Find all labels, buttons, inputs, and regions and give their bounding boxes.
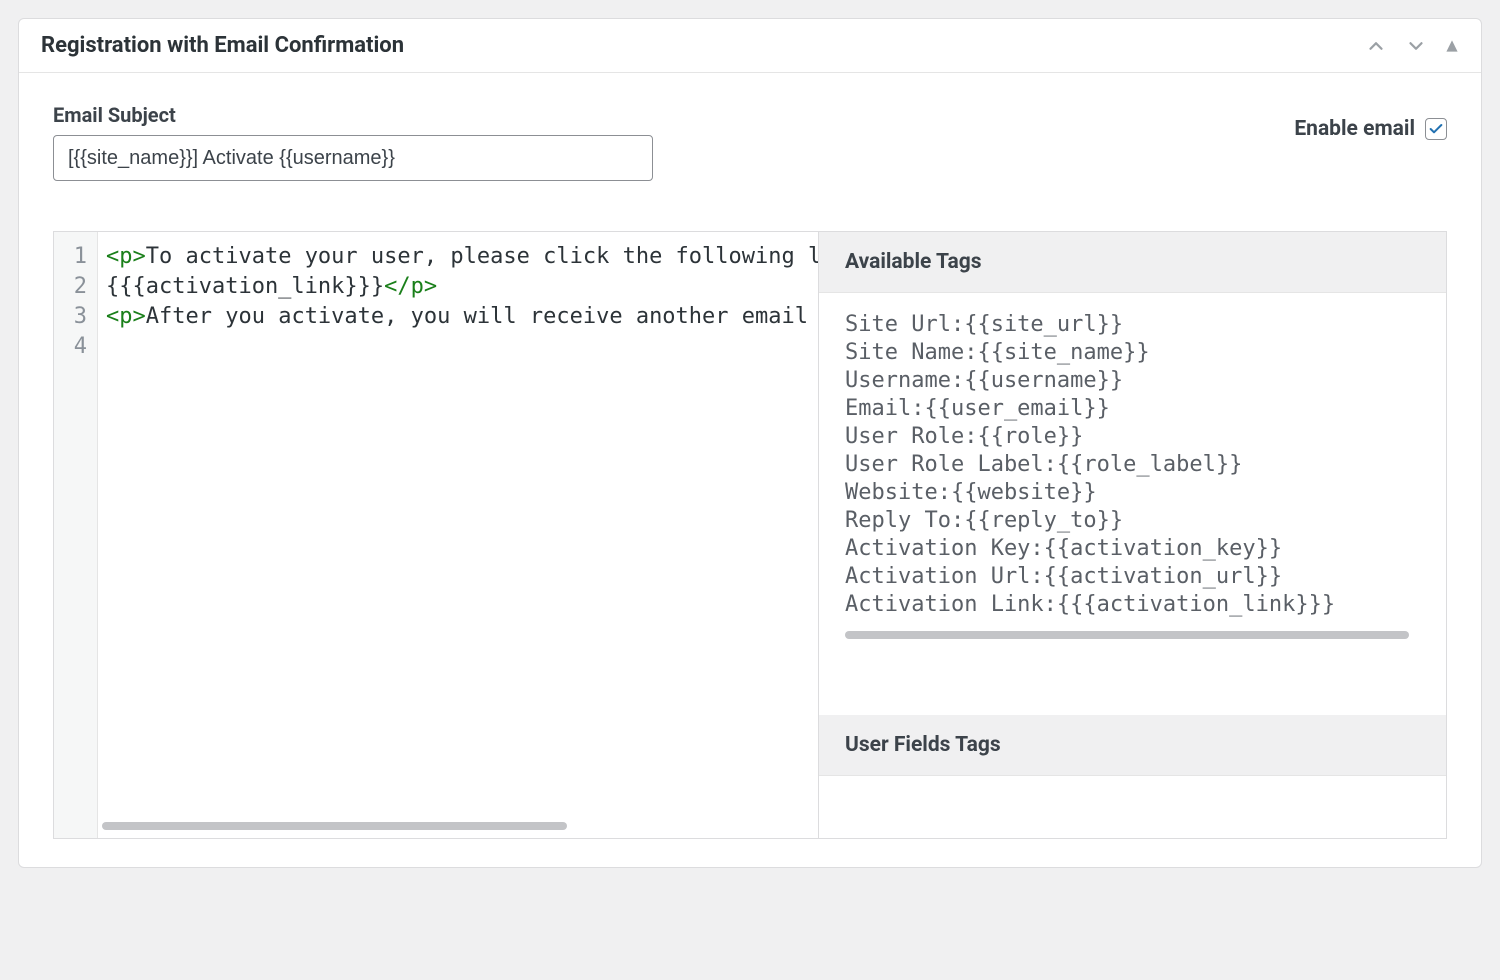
line-number: 2 [68, 272, 87, 302]
tag-row[interactable]: Activation Link:{{{activation_link}}} [845, 591, 1420, 619]
tags-side-pane: Available Tags Site Url:{{site_url}} Sit… [818, 232, 1446, 838]
tag-row[interactable]: Site Url:{{site_url}} [845, 311, 1420, 339]
enable-email-row: Enable email [1294, 117, 1447, 141]
scrollbar-thumb[interactable] [102, 822, 567, 830]
enable-email-label: Enable email [1294, 117, 1415, 141]
code-text: After you activate, you will receive ano… [146, 304, 818, 329]
subject-group: Email Subject [53, 103, 653, 181]
tag-row[interactable]: Reply To:{{reply_to}} [845, 507, 1420, 535]
top-row: Email Subject Enable email [53, 103, 1447, 181]
available-tags-header: Available Tags [819, 232, 1446, 293]
code-editor[interactable]: 1 2 3 4 <p>To activate your user, please… [54, 232, 818, 838]
tag-row[interactable]: Username:{{username}} [845, 367, 1420, 395]
user-fields-tags-body [819, 776, 1446, 838]
enable-email-checkbox[interactable] [1425, 118, 1447, 140]
email-subject-input[interactable] [53, 135, 653, 181]
user-fields-tags-header: User Fields Tags [819, 715, 1446, 776]
settings-panel: Registration with Email Confirmation Ema… [18, 18, 1482, 868]
line-number: 1 [68, 242, 87, 272]
email-subject-label: Email Subject [53, 103, 653, 127]
code-horizontal-scrollbar[interactable] [102, 822, 806, 832]
panel-body: Email Subject Enable email 1 2 3 4 <p>To… [19, 73, 1481, 867]
panel-header: Registration with Email Confirmation [19, 19, 1481, 73]
line-number: 4 [68, 332, 87, 362]
tag-row[interactable]: Website:{{website}} [845, 479, 1420, 507]
code-text: {{{activation_link}}} [106, 274, 384, 299]
line-number: 3 [68, 302, 87, 332]
tag-row[interactable]: Activation Key:{{activation_key}} [845, 535, 1420, 563]
code-text: To activate your user, please click the … [146, 244, 818, 269]
panel-controls [1365, 35, 1459, 57]
available-tags-body: Site Url:{{site_url}} Site Name:{{site_n… [819, 293, 1446, 715]
tag-row[interactable]: User Role Label:{{role_label}} [845, 451, 1420, 479]
tag-row[interactable]: Site Name:{{site_name}} [845, 339, 1420, 367]
tag-row[interactable]: Email:{{user_email}} [845, 395, 1420, 423]
editor-row: 1 2 3 4 <p>To activate your user, please… [53, 231, 1447, 839]
tag-row[interactable]: User Role:{{role}} [845, 423, 1420, 451]
code-tag: <p> [106, 244, 146, 269]
tags-horizontal-scrollbar[interactable] [845, 631, 1409, 639]
line-number-gutter: 1 2 3 4 [54, 232, 98, 838]
code-tag: <p> [106, 304, 146, 329]
triangle-up-icon[interactable] [1445, 39, 1459, 53]
chevron-up-icon[interactable] [1365, 35, 1387, 57]
chevron-down-icon[interactable] [1405, 35, 1427, 57]
code-area[interactable]: <p>To activate your user, please click t… [98, 232, 818, 838]
panel-title: Registration with Email Confirmation [41, 33, 404, 58]
tag-row[interactable]: Activation Url:{{activation_url}} [845, 563, 1420, 591]
code-tag: </p> [384, 274, 437, 299]
